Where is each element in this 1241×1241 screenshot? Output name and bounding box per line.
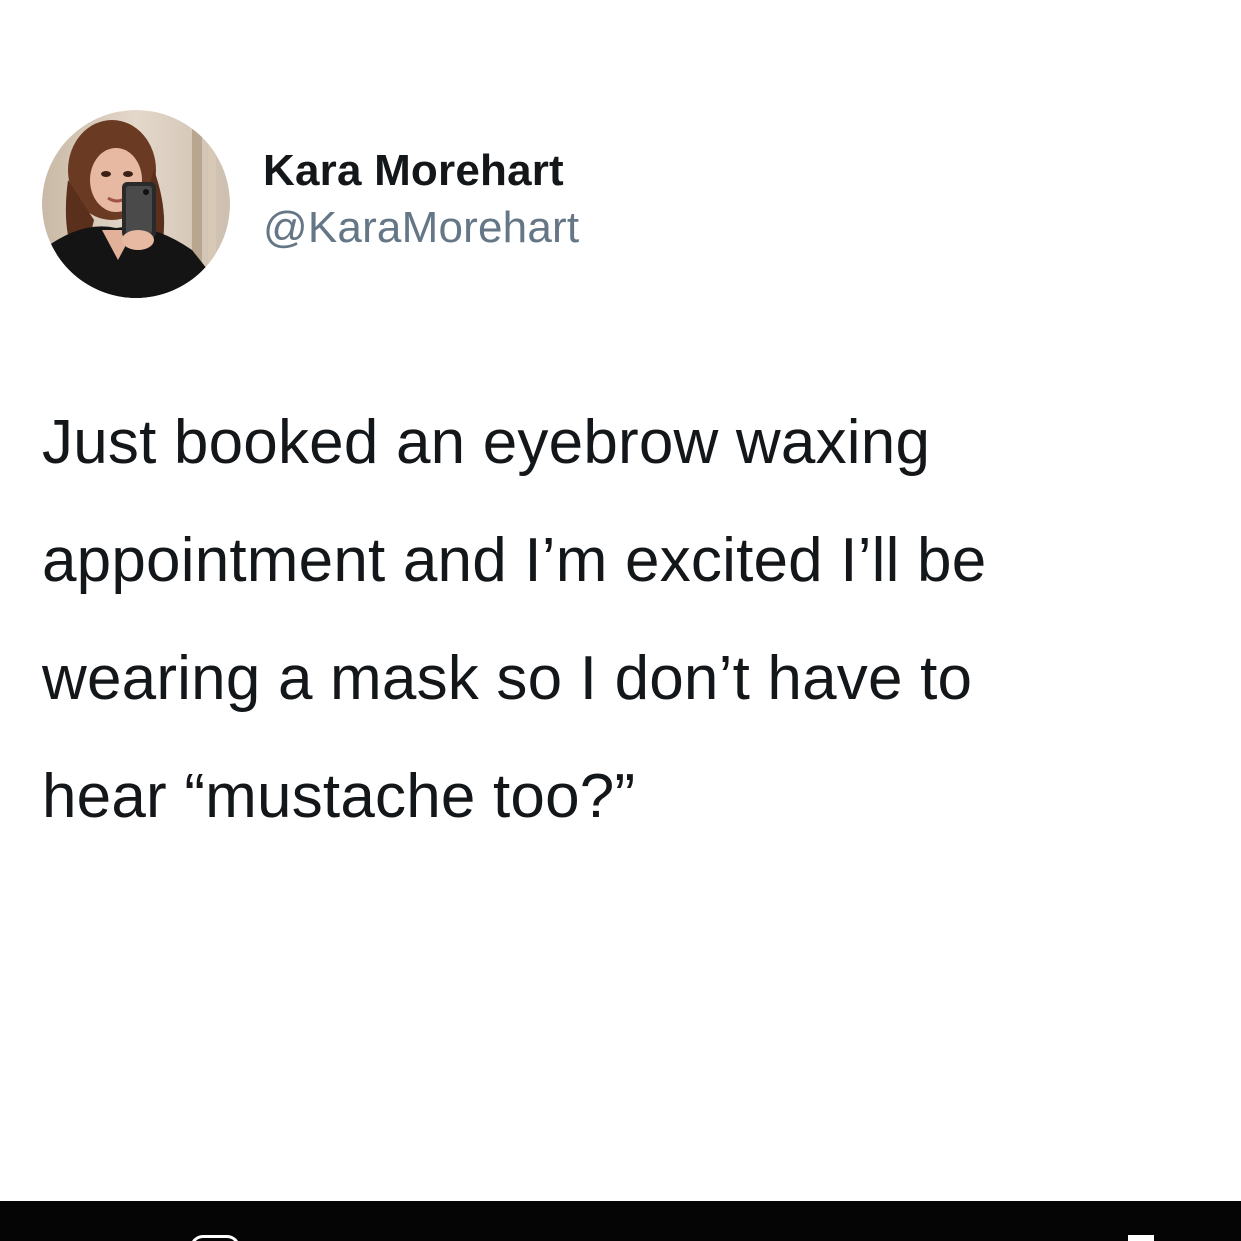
- display-name[interactable]: Kara Morehart: [263, 143, 579, 199]
- author-block: Kara Morehart @KaraMorehart: [263, 143, 579, 257]
- avatar[interactable]: [42, 110, 230, 298]
- tweet-text: Just booked an eyebrow waxing appointment…: [42, 384, 1232, 856]
- tweet-screenshot: Kara Morehart @KaraMorehart Just booked …: [0, 0, 1241, 1241]
- user-handle[interactable]: @KaraMorehart: [263, 199, 579, 257]
- tweet-header: Kara Morehart @KaraMorehart: [42, 110, 1202, 298]
- tweet-card: Kara Morehart @KaraMorehart: [42, 110, 1202, 298]
- square-icon: [1128, 1235, 1154, 1241]
- arc-icon: [190, 1235, 240, 1241]
- tweet-text-line: appointment and I’m excited I’ll be: [42, 526, 987, 595]
- bottom-bar: [0, 1201, 1241, 1241]
- tweet-text-line: wearing a mask so I don’t have to: [42, 644, 973, 713]
- tweet-text-line: Just booked an eyebrow waxing: [42, 408, 931, 477]
- tweet-text-line: hear “mustache too?”: [42, 762, 636, 831]
- profile-photo-icon: [42, 110, 230, 298]
